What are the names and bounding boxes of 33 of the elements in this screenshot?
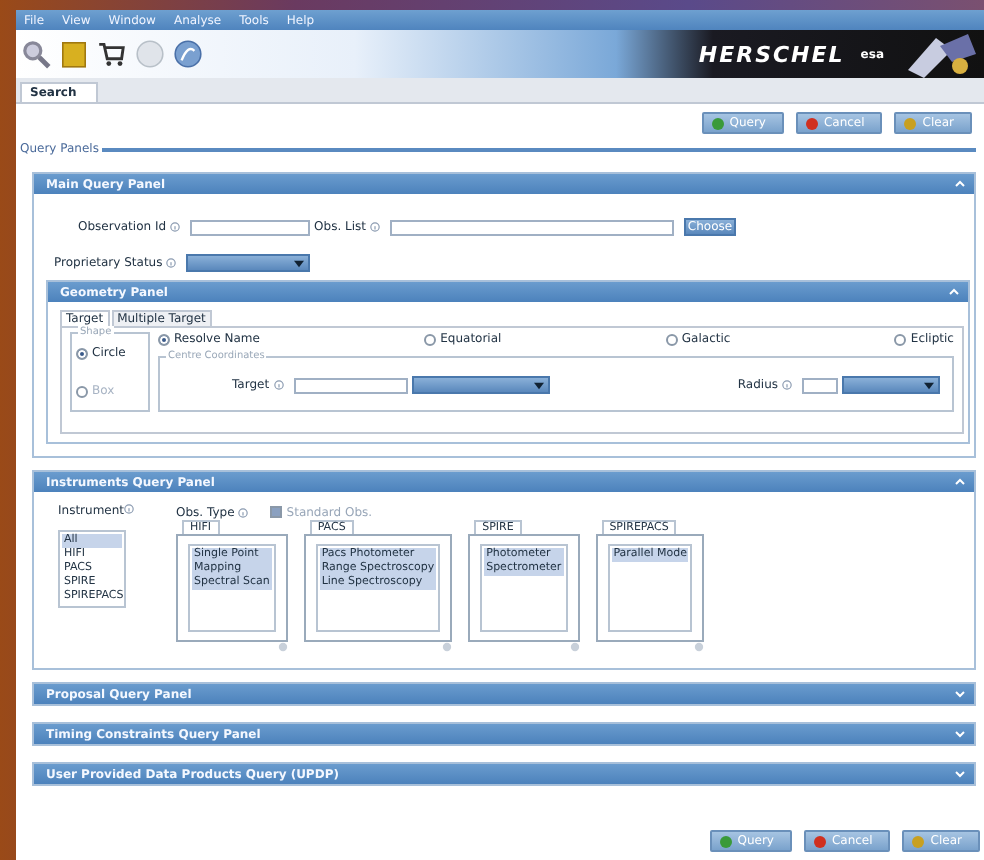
help-icon[interactable]: [170, 222, 181, 232]
button-icon: [805, 117, 818, 129]
help-icon[interactable]: [782, 380, 792, 390]
dropdown[interactable]: [842, 376, 940, 394]
search-icon[interactable]: [20, 38, 52, 70]
button-icon: [813, 835, 826, 847]
expand-icon[interactable]: [954, 728, 966, 740]
collapse-icon[interactable]: [954, 476, 966, 488]
input-field[interactable]: [802, 377, 838, 393]
button-icon: [719, 835, 732, 847]
cart-icon[interactable]: [96, 38, 128, 70]
expand-icon[interactable]: [954, 768, 966, 780]
collapse-icon[interactable]: [948, 286, 960, 298]
help-icon[interactable]: [166, 258, 177, 268]
help-icon[interactable]: [238, 507, 249, 517]
dropdown[interactable]: [186, 254, 311, 272]
dropdown[interactable]: [411, 376, 550, 394]
help-icon[interactable]: [124, 504, 135, 514]
dropdown-arrow-icon: [294, 259, 305, 267]
input-field[interactable]: [293, 377, 408, 393]
dropdown-arrow-icon: [924, 381, 934, 389]
button-icon: [904, 117, 917, 129]
input-field[interactable]: [390, 219, 674, 235]
dropdown-arrow-icon: [533, 381, 544, 389]
help-icon[interactable]: [370, 222, 380, 232]
help-icon[interactable]: [273, 380, 284, 390]
input-field[interactable]: [190, 219, 311, 235]
button-icon: [912, 835, 925, 847]
collapse-icon[interactable]: [954, 178, 966, 190]
logo-text: HERSCHEL: [698, 41, 845, 67]
button-icon: [711, 117, 724, 129]
expand-icon[interactable]: [954, 688, 966, 700]
globe-icon[interactable]: [172, 38, 204, 70]
